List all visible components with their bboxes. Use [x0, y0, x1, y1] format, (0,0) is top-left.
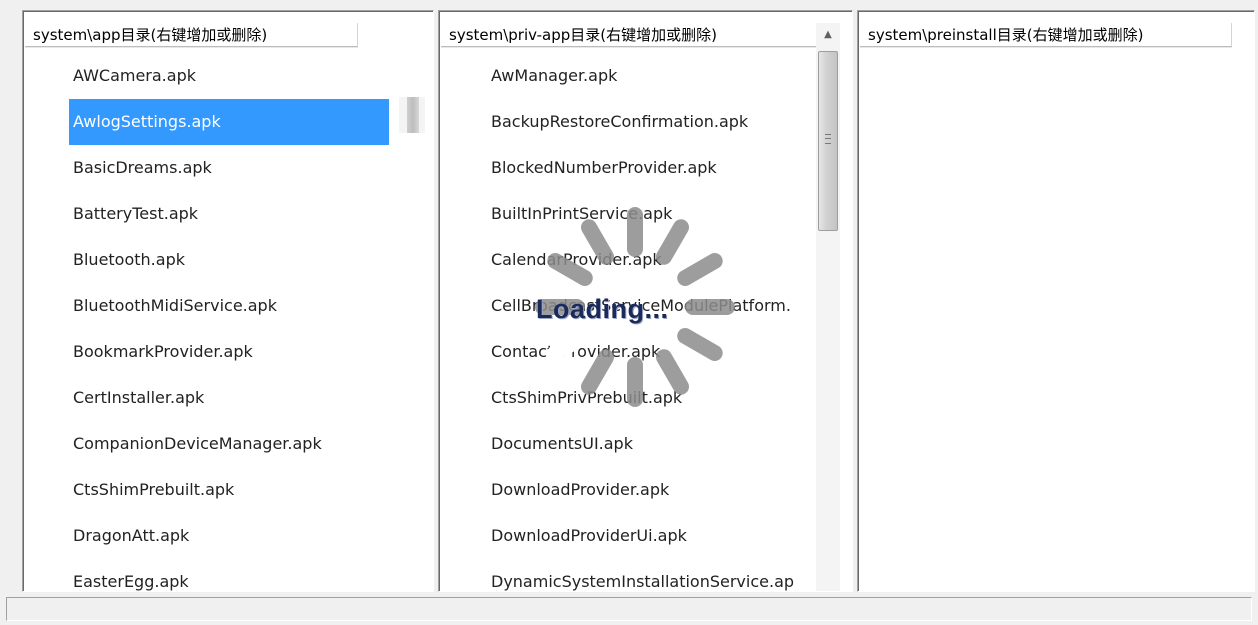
list-item-label: BasicDreams.apk: [73, 158, 212, 177]
list-item[interactable]: CtsShimPrivPrebuilt.apk: [439, 375, 821, 421]
list-item-label: CalendarProvider.apk: [491, 250, 662, 269]
list-item-label: CompanionDeviceManager.apk: [73, 434, 322, 453]
list-item-label: EasterEgg.apk: [73, 572, 189, 591]
list-item-label: CtsShimPrivPrebuilt.apk: [491, 388, 683, 407]
list-item-label: Bluetooth.apk: [73, 250, 185, 269]
list-item-label: AWCamera.apk: [73, 66, 196, 85]
list-item[interactable]: BuiltInPrintService.apk: [439, 191, 821, 237]
grip-icon: [825, 134, 831, 144]
list-item[interactable]: BlockedNumberProvider.apk: [439, 145, 821, 191]
list-item[interactable]: EasterEgg.apk: [23, 559, 433, 591]
list-item-label: BuiltInPrintService.apk: [491, 204, 673, 223]
list-item-label: ContactsProvider.apk: [491, 342, 661, 361]
status-bar: [6, 597, 1252, 621]
app-column-header[interactable]: system\app目录(右键增加或删除): [25, 23, 358, 47]
list-item-label: CtsShimPrebuilt.apk: [73, 480, 235, 499]
list-item-label: BatteryTest.apk: [73, 204, 199, 223]
list-item[interactable]: CertInstaller.apk: [23, 375, 433, 421]
list-item-label: DownloadProviderUi.apk: [491, 526, 687, 545]
scroll-up-arrow-icon[interactable]: ▲: [816, 23, 840, 47]
list-item[interactable]: CtsShimPrebuilt.apk: [23, 467, 433, 513]
list-item[interactable]: DownloadProvider.apk: [439, 467, 821, 513]
list-item[interactable]: AwManager.apk: [439, 53, 821, 99]
preinstall-column-header[interactable]: system\preinstall目录(右键增加或删除): [860, 23, 1232, 47]
list-item-label: AwManager.apk: [491, 66, 618, 85]
list-item-label: DocumentsUI.apk: [491, 434, 633, 453]
list-item-label: BluetoothMidiService.apk: [73, 296, 277, 315]
list-item[interactable]: BookmarkProvider.apk: [23, 329, 433, 375]
list-item[interactable]: CompanionDeviceManager.apk: [23, 421, 433, 467]
list-item[interactable]: BackupRestoreConfirmation.apk: [439, 99, 821, 145]
list-item[interactable]: DownloadProviderUi.apk: [439, 513, 821, 559]
list-item-label: DownloadProvider.apk: [491, 480, 670, 499]
list-item-label: BlockedNumberProvider.apk: [491, 158, 717, 177]
list-item-label: CertInstaller.apk: [73, 388, 205, 407]
list-item-label: DragonAtt.apk: [73, 526, 190, 545]
priv-app-column-header[interactable]: system\priv-app目录(右键增加或删除): [441, 23, 817, 47]
preinstall-list-panel[interactable]: system\preinstall目录(右键增加或删除): [857, 10, 1255, 592]
list-item[interactable]: DynamicSystemInstallationService.ap: [439, 559, 821, 591]
list-item[interactable]: AwlogSettings.apk: [23, 99, 433, 145]
list-item[interactable]: AWCamera.apk: [23, 53, 433, 99]
list-item[interactable]: CalendarProvider.apk: [439, 237, 821, 283]
list-item[interactable]: BatteryTest.apk: [23, 191, 433, 237]
loading-text: Loading...: [536, 294, 669, 324]
app-list[interactable]: AWCamera.apk AwlogSettings.apk BasicDreams…: [23, 53, 433, 591]
list-item[interactable]: DocumentsUI.apk: [439, 421, 821, 467]
priv-app-scrollbar[interactable]: ▲: [816, 23, 840, 591]
list-item-label: AwlogSettings.apk: [69, 99, 389, 145]
list-item-label: DynamicSystemInstallationService.ap: [491, 572, 795, 591]
list-item[interactable]: ContactsProvider.apk: [439, 329, 821, 375]
list-item[interactable]: BluetoothMidiService.apk: [23, 283, 433, 329]
list-item-label: BookmarkProvider.apk: [73, 342, 253, 361]
list-item-label: BackupRestoreConfirmation.apk: [491, 112, 749, 131]
app-list-panel[interactable]: system\app目录(右键增加或删除) AWCamera.apk AwlogS…: [22, 10, 434, 592]
list-item[interactable]: DragonAtt.apk: [23, 513, 433, 559]
list-item[interactable]: Bluetooth.apk: [23, 237, 433, 283]
list-item[interactable]: BasicDreams.apk: [23, 145, 433, 191]
scroll-thumb[interactable]: [818, 51, 838, 231]
scroll-artifact: [399, 97, 425, 133]
